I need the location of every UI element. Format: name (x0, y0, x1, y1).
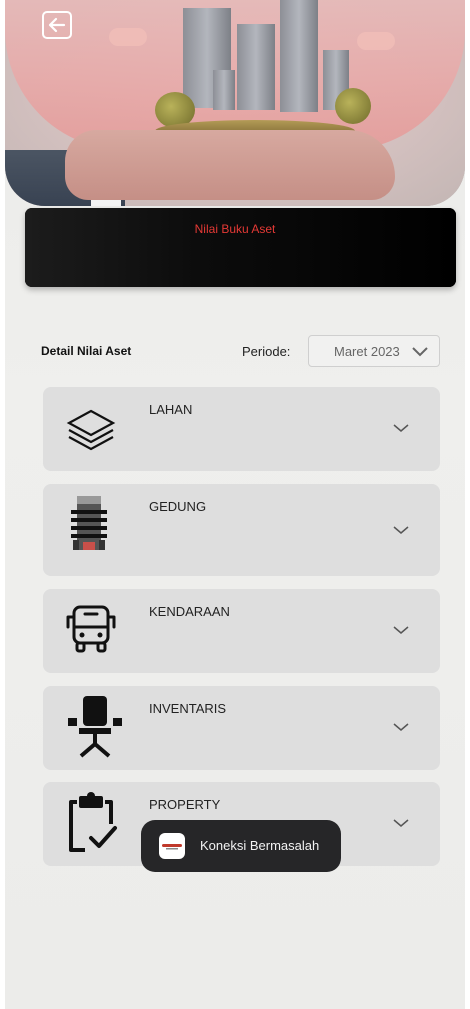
building-icon (71, 496, 107, 550)
bus-icon (66, 605, 116, 653)
periode-select[interactable]: Maret 2023 (308, 335, 440, 367)
periode-value: Maret 2023 (334, 343, 400, 359)
category-label: GEDUNG (149, 499, 207, 514)
asset-value-title: Nilai Buku Aset (194, 222, 276, 236)
arrow-left-icon (48, 17, 66, 33)
chevron-down-icon (393, 424, 409, 432)
chevron-down-icon (393, 626, 409, 634)
category-label: PROPERTY (149, 797, 221, 812)
app-logo-icon (159, 833, 185, 859)
chevron-down-icon (393, 723, 409, 731)
hero-image (5, 0, 465, 206)
connection-toast: Koneksi Bermasalah (141, 820, 341, 872)
toast-message: Koneksi Bermasalah (200, 838, 320, 853)
category-inventaris[interactable]: INVENTARIS (43, 686, 440, 770)
category-gedung[interactable]: GEDUNG (43, 484, 440, 576)
detail-title: Detail Nilai Aset (41, 344, 132, 358)
category-label: LAHAN (149, 402, 193, 417)
layers-icon (66, 409, 116, 451)
chevron-down-icon (412, 347, 428, 357)
category-label: KENDARAAN (149, 604, 230, 619)
periode-label: Periode: (242, 344, 291, 359)
chevron-down-icon (393, 819, 409, 827)
back-button[interactable] (42, 11, 72, 39)
category-kendaraan[interactable]: KENDARAAN (43, 589, 440, 673)
asset-value-card (25, 208, 456, 287)
clipboard-check-icon (69, 792, 117, 852)
category-lahan[interactable]: LAHAN (43, 387, 440, 471)
category-label: INVENTARIS (149, 701, 227, 716)
office-chair-icon (68, 696, 122, 758)
chevron-down-icon (393, 526, 409, 534)
app-screen: Nilai Buku Aset Detail Nilai Aset Period… (5, 0, 465, 1009)
